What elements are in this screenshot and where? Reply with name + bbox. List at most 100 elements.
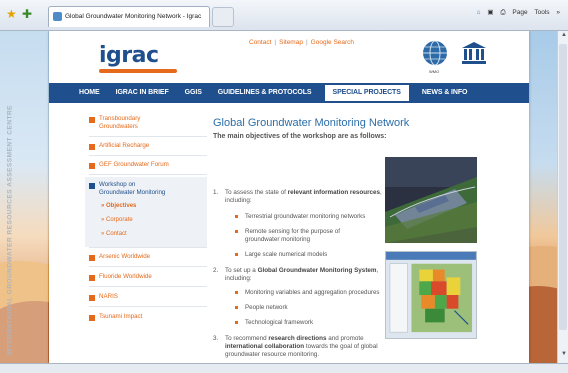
divider <box>89 155 207 156</box>
bullet-text: Terrestrial groundwater monitoring netwo… <box>245 213 366 220</box>
sidebar-item-transboundary[interactable]: Transboundary Groundwaters <box>89 115 159 130</box>
sidebar-item-gef-forum[interactable]: GEF Groundwater Forum <box>89 161 169 169</box>
sidebar-item-naris[interactable]: NARIS <box>89 293 118 301</box>
text-part: To assess the state of <box>225 189 288 196</box>
bullet-text: Large scale numerical models <box>245 251 328 258</box>
sub-label: Objectives <box>106 203 137 209</box>
bullet-text: Remote sensing for the purpose of ground… <box>245 228 340 243</box>
logo-text: igrac <box>99 43 159 68</box>
sidebar-item-label: Workshop on Groundwater Monitoring <box>99 181 166 196</box>
sidebar-item-label: Tsunami Impact <box>99 313 143 320</box>
sidebar-sub-objectives[interactable]: » Objectives <box>101 203 136 209</box>
bullet-icon <box>89 183 95 189</box>
print-icon[interactable]: ⎙ <box>500 9 505 16</box>
chevron-more-icon[interactable]: » <box>556 9 560 16</box>
home-icon[interactable]: ⌂ <box>477 9 481 16</box>
separator: | <box>305 39 308 46</box>
objective-text: To recommend research directions and pro… <box>225 335 395 359</box>
divider <box>89 174 207 175</box>
feeds-icon[interactable]: ▣ <box>487 9 493 16</box>
browser-toolbar: ★ ✚ Global Groundwater Monitoring Networ… <box>0 0 568 31</box>
contact-link[interactable]: Contact <box>249 39 271 46</box>
divider <box>89 286 207 287</box>
page-menu[interactable]: Page <box>512 9 527 16</box>
sidebar-item-arsenic[interactable]: Arsenic Worldwide <box>89 253 150 261</box>
objective-text: To set up a Global Groundwater Monitorin… <box>225 267 395 283</box>
text-bold: Global Groundwater Monitoring System <box>257 267 377 274</box>
add-favorite-icon[interactable]: ✚ <box>22 7 32 21</box>
objective-number: 2. <box>213 267 219 274</box>
sidebar-sub-corporate[interactable]: » Corporate <box>101 217 133 223</box>
objective-number: 1. <box>213 189 219 196</box>
scrollbar-thumb[interactable] <box>559 44 567 330</box>
nav-igrac-in-brief[interactable]: IGRAC IN BRIEF <box>108 83 177 103</box>
satellite-image <box>385 157 477 243</box>
bullet-icon <box>89 295 95 301</box>
bullet-text: People network <box>245 304 288 311</box>
unesco-temple-icon[interactable] <box>461 41 487 65</box>
bullet-icon <box>235 230 238 233</box>
bullet-icon <box>89 117 95 123</box>
tools-menu[interactable]: Tools <box>534 9 549 16</box>
page-favicon-icon <box>53 11 62 21</box>
objective-number: 3. <box>213 335 219 342</box>
page-viewport: igrac Contact | Sitemap | Google Search WMO … <box>0 31 568 363</box>
bullet-icon <box>89 163 95 169</box>
divider <box>89 247 207 248</box>
separator: | <box>274 39 277 46</box>
sub-label: Contact <box>106 231 127 237</box>
sidebar-item-tsunami[interactable]: Tsunami Impact <box>89 313 142 321</box>
sidebar-sub-contact[interactable]: » Contact <box>101 231 127 237</box>
top-links: Contact | Sitemap | Google Search <box>249 39 354 46</box>
divider <box>89 266 207 267</box>
text-part: and promote <box>326 335 364 342</box>
groundwater-map-image <box>385 251 477 339</box>
nav-special-projects[interactable]: SPECIAL PROJECTS <box>323 84 410 102</box>
bullet-icon <box>89 144 95 150</box>
favorites-star-icon[interactable]: ★ <box>6 7 17 21</box>
main-nav: HOME IGRAC IN BRIEF GGIS GUIDELINES & PR… <box>49 83 529 103</box>
browser-tab[interactable]: Global Groundwater Monitoring Network - … <box>48 6 210 27</box>
bullet-icon <box>235 215 238 218</box>
text-bold: research directions <box>268 335 327 342</box>
wmo-caption: WMO <box>429 69 440 74</box>
wmo-globe-icon[interactable] <box>421 39 449 67</box>
command-bar: ⌂ ▣ ⎙ Page Tools » <box>472 8 560 17</box>
sidebar-item-workshop[interactable]: Workshop on Groundwater Monitoring <box>89 181 169 196</box>
divider <box>89 136 207 137</box>
intro-text: The main objectives of the workshop are … <box>213 133 387 140</box>
divider <box>89 306 207 307</box>
nav-guidelines-protocols[interactable]: GUIDELINES & PROTOCOLS <box>210 83 320 103</box>
bullet-icon <box>235 291 238 294</box>
text-part: To recommend <box>225 335 269 342</box>
nav-ggis[interactable]: GGIS <box>177 83 210 103</box>
sidebar-item-artificial-recharge[interactable]: Artificial Recharge <box>89 142 149 150</box>
bullet-icon <box>89 255 95 261</box>
sub-marker: » <box>101 203 105 209</box>
sidebar-item-label: Fluoride Worldwide <box>99 273 152 280</box>
objective-text: To assess the state of relevant informat… <box>225 189 395 205</box>
sub-marker: » <box>101 231 105 237</box>
tab-title: Global Groundwater Monitoring Network - … <box>65 13 202 20</box>
google-search-link[interactable]: Google Search <box>311 39 354 46</box>
bullet-icon <box>89 275 95 281</box>
scroll-down-arrow-icon[interactable]: ▼ <box>561 351 567 357</box>
site-page: igrac Contact | Sitemap | Google Search WMO … <box>7 31 529 363</box>
nav-news-info[interactable]: NEWS & INFO <box>414 83 476 103</box>
text-bold: international collaboration <box>225 343 305 350</box>
bullet-icon <box>89 315 95 321</box>
new-tab-button[interactable] <box>212 7 234 27</box>
sidebar-item-label: Arsenic Worldwide <box>99 253 151 260</box>
site-logo[interactable]: igrac <box>99 43 177 73</box>
scroll-up-arrow-icon[interactable]: ▲ <box>561 32 567 38</box>
nav-home[interactable]: HOME <box>71 83 108 103</box>
text-bold: relevant information resources <box>287 189 381 196</box>
sub-marker: » <box>101 217 105 223</box>
sitemap-link[interactable]: Sitemap <box>279 39 303 46</box>
sub-label: Corporate <box>106 217 133 223</box>
sidebar-item-fluoride[interactable]: Fluoride Worldwide <box>89 273 152 281</box>
sidebar-item-label: Transboundary Groundwaters <box>99 115 141 130</box>
bullet-icon <box>235 306 238 309</box>
left-margin <box>0 31 48 363</box>
sidebar-item-label: NARIS <box>99 293 118 300</box>
